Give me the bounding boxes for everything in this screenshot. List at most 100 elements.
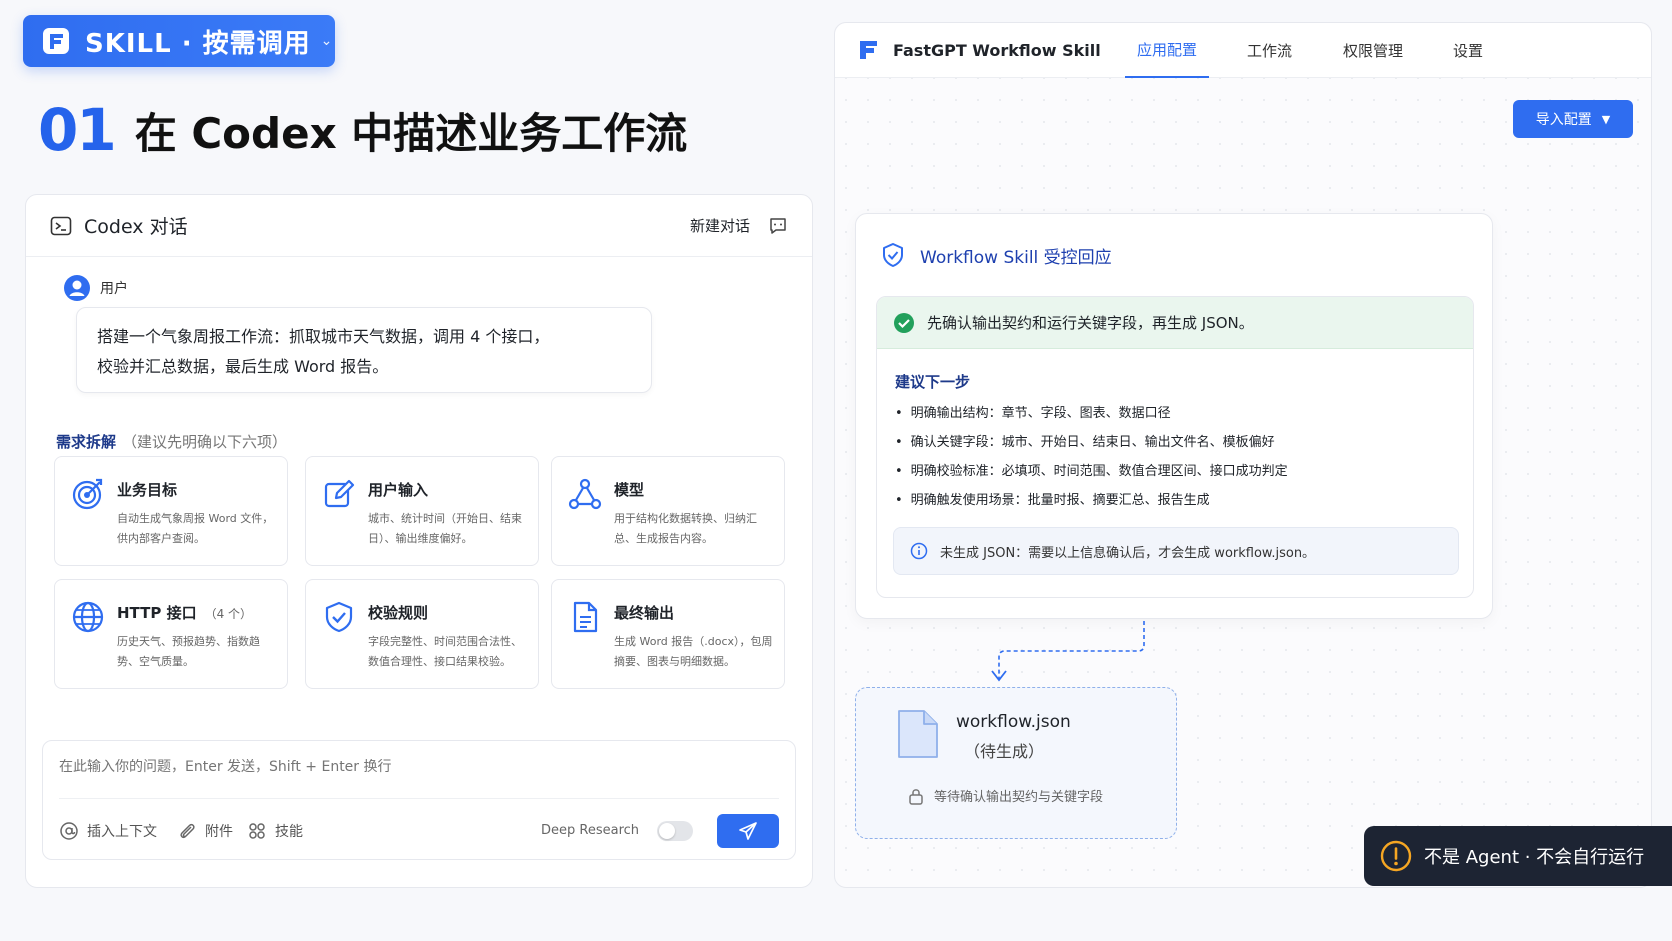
connector-arrow-icon	[991, 621, 1145, 682]
target-icon	[72, 478, 103, 510]
workflow-response-header: Workflow Skill 受控回应	[880, 242, 1112, 268]
step-heading: 01 在 Codex 中描述业务工作流	[38, 96, 687, 164]
document-icon	[573, 601, 598, 633]
insert-context-label: 插入上下文	[87, 824, 157, 840]
insert-context-button[interactable]: 插入上下文	[59, 821, 157, 841]
step-title: 在 Codex 中描述业务工作流	[134, 108, 688, 158]
list-item: 确认关键字段：城市、开始日、结束日、输出文件名、模板偏好	[895, 428, 1288, 457]
import-config-button[interactable]: 导入配置 ▼	[1513, 100, 1633, 138]
at-sign-icon	[60, 822, 78, 840]
user-label: 用户	[100, 281, 128, 297]
requirement-card-user-input[interactable]: 用户输入 城市、统计时间（开始日、结束日）、输出维度偏好。	[305, 456, 539, 566]
json-file-state: （待生成）	[964, 742, 1045, 761]
codex-chat-panel: Codex 对话 新建对话 用户 搭建一个气象周报工作流：抓取城市天气数据，调用…	[25, 194, 813, 888]
user-message-line-1: 搭建一个气象周报工作流：抓取城市天气数据，调用 4 个接口，	[97, 327, 550, 346]
card-title: 业务目标	[117, 481, 178, 499]
divider	[59, 798, 779, 799]
json-file-name: workflow.json	[956, 712, 1071, 732]
requirements-heading: 需求拆解 （建议先明确以下六项）	[56, 431, 287, 452]
requirement-card-goal[interactable]: 业务目标 自动生成气象周报 Word 文件，供内部客户查阅。	[54, 456, 288, 566]
list-item: 明确输出结构：章节、字段、图表、数据口径	[895, 399, 1288, 428]
user-message-header: 用户	[64, 275, 128, 301]
deep-research-toggle[interactable]	[657, 821, 693, 841]
chat-input-box: 插入上下文 附件 技能 Deep Research	[42, 740, 796, 860]
not-agent-notice: 不是 Agent · 不会自行运行	[1364, 826, 1672, 886]
step-number: 01	[38, 96, 117, 164]
list-item: 明确校验标准：必填项、时间范围、数值合理区间、接口成功判定	[895, 457, 1288, 486]
file-icon	[898, 710, 938, 758]
info-text: 未生成 JSON：需要以上信息确认后，才会生成 workflow.json。	[940, 545, 1316, 561]
grid-icon	[249, 823, 265, 839]
card-title: HTTP 接口 （4 个）	[117, 604, 253, 622]
card-description: 字段完整性、时间范围合法性、数值合理性、接口结果校验。	[368, 635, 522, 668]
workflow-response-body: 先确认输出契约和运行关键字段，再生成 JSON。 建议下一步 明确输出结构：章节…	[876, 296, 1474, 598]
globe-icon	[72, 601, 104, 633]
workflow-response-title: Workflow Skill 受控回应	[920, 247, 1112, 268]
next-steps-title: 建议下一步	[895, 373, 971, 391]
card-title: 最终输出	[614, 604, 675, 622]
new-chat-button[interactable]: 新建对话	[690, 215, 750, 236]
deep-research-label: Deep Research	[541, 823, 640, 838]
skill-badge[interactable]: SKILL · 按需调用 ⌄	[23, 15, 335, 67]
attachment-label: 附件	[205, 824, 233, 840]
card-description: 历史天气、预报趋势、指数趋势、空气质量。	[117, 635, 260, 668]
user-message-line-2: 校验并汇总数据，最后生成 Word 报告。	[97, 357, 389, 376]
info-notice: 未生成 JSON：需要以上信息确认后，才会生成 workflow.json。	[893, 527, 1459, 575]
send-icon	[739, 822, 757, 840]
codex-chat-title: Codex 对话	[84, 216, 188, 238]
card-title: 用户输入	[368, 481, 429, 499]
chevron-down-icon: ▼	[1601, 112, 1611, 126]
workflow-json-card[interactable]: workflow.json （待生成） 等待确认输出契约与关键字段	[855, 687, 1177, 839]
app-name: FastGPT Workflow Skill	[893, 40, 1101, 60]
requirement-card-validation[interactable]: 校验规则 字段完整性、时间范围合法性、数值合理性、接口结果校验。	[305, 579, 539, 689]
user-message-bubble: 搭建一个气象周报工作流：抓取城市天气数据，调用 4 个接口， 校验并汇总数据，最…	[76, 307, 652, 393]
card-title: 模型	[614, 481, 645, 499]
lock-icon	[909, 788, 923, 805]
confirm-text: 先确认输出契约和运行关键字段，再生成 JSON。	[927, 314, 1254, 332]
requirement-card-model[interactable]: 模型 用于结构化数据转换、归纳汇总、生成报告内容。	[551, 456, 785, 566]
check-circle-icon	[894, 312, 914, 333]
paperclip-icon	[180, 823, 195, 839]
chevron-down-icon: ⌄	[320, 33, 333, 49]
requirement-card-http[interactable]: HTTP 接口 （4 个） 历史天气、预报趋势、指数趋势、空气质量。	[54, 579, 288, 689]
next-steps-list: 明确输出结构：章节、字段、图表、数据口径 确认关键字段：城市、开始日、结束日、输…	[895, 399, 1288, 515]
tab-permissions[interactable]: 权限管理	[1343, 23, 1403, 78]
skills-button[interactable]: 技能	[247, 821, 303, 841]
shield-check-icon	[883, 243, 903, 267]
card-description: 用于结构化数据转换、归纳汇总、生成报告内容。	[614, 512, 757, 545]
avatar	[64, 275, 90, 301]
json-wait-text: 等待确认输出契约与关键字段	[934, 790, 1104, 805]
chat-input[interactable]	[59, 759, 759, 775]
fastgpt-logo-icon	[43, 28, 69, 54]
edit-icon	[324, 479, 355, 508]
requirements-hint: （建议先明确以下六项）	[122, 433, 288, 451]
card-description: 自动生成气象周报 Word 文件，供内部客户查阅。	[117, 512, 274, 545]
warning-icon	[1380, 840, 1412, 872]
attachment-button[interactable]: 附件	[177, 821, 233, 841]
confirm-banner: 先确认输出契约和运行关键字段，再生成 JSON。	[877, 297, 1473, 349]
skills-label: 技能	[275, 824, 303, 840]
tab-settings[interactable]: 设置	[1453, 23, 1483, 78]
fastgpt-logo-icon	[860, 41, 877, 59]
fastgpt-panel: FastGPT Workflow Skill 应用配置 工作流 权限管理 设置 …	[834, 22, 1652, 888]
requirements-title: 需求拆解	[56, 433, 117, 451]
chat-bubble-icon[interactable]	[768, 216, 788, 236]
send-button[interactable]	[717, 814, 779, 848]
card-title: 校验规则	[368, 604, 429, 622]
workflow-response-card: Workflow Skill 受控回应 先确认输出契约和运行关键字段，再生成 J…	[855, 213, 1493, 619]
info-icon	[910, 542, 928, 560]
not-agent-text: 不是 Agent · 不会自行运行	[1424, 847, 1645, 868]
tab-workflow[interactable]: 工作流	[1247, 23, 1292, 78]
shield-check-icon	[325, 601, 353, 633]
requirement-card-output[interactable]: 最终输出 生成 Word 报告（.docx），包周摘要、图表与明细数据。	[551, 579, 785, 689]
fastgpt-header: FastGPT Workflow Skill 应用配置 工作流 权限管理 设置	[835, 23, 1651, 78]
codex-chat-header: Codex 对话 新建对话	[26, 195, 812, 257]
tab-app-config[interactable]: 应用配置	[1125, 23, 1209, 78]
json-wait-status: 等待确认输出契约与关键字段	[908, 786, 1103, 805]
card-description: 城市、统计时间（开始日、结束日）、输出维度偏好。	[368, 512, 522, 545]
import-config-label: 导入配置	[1535, 112, 1592, 128]
list-item: 明确触发使用场景：批量时报、摘要汇总、报告生成	[895, 486, 1288, 515]
card-description: 生成 Word 报告（.docx），包周摘要、图表与明细数据。	[614, 635, 773, 668]
skill-badge-label: SKILL · 按需调用	[85, 28, 311, 59]
model-icon	[568, 478, 602, 510]
